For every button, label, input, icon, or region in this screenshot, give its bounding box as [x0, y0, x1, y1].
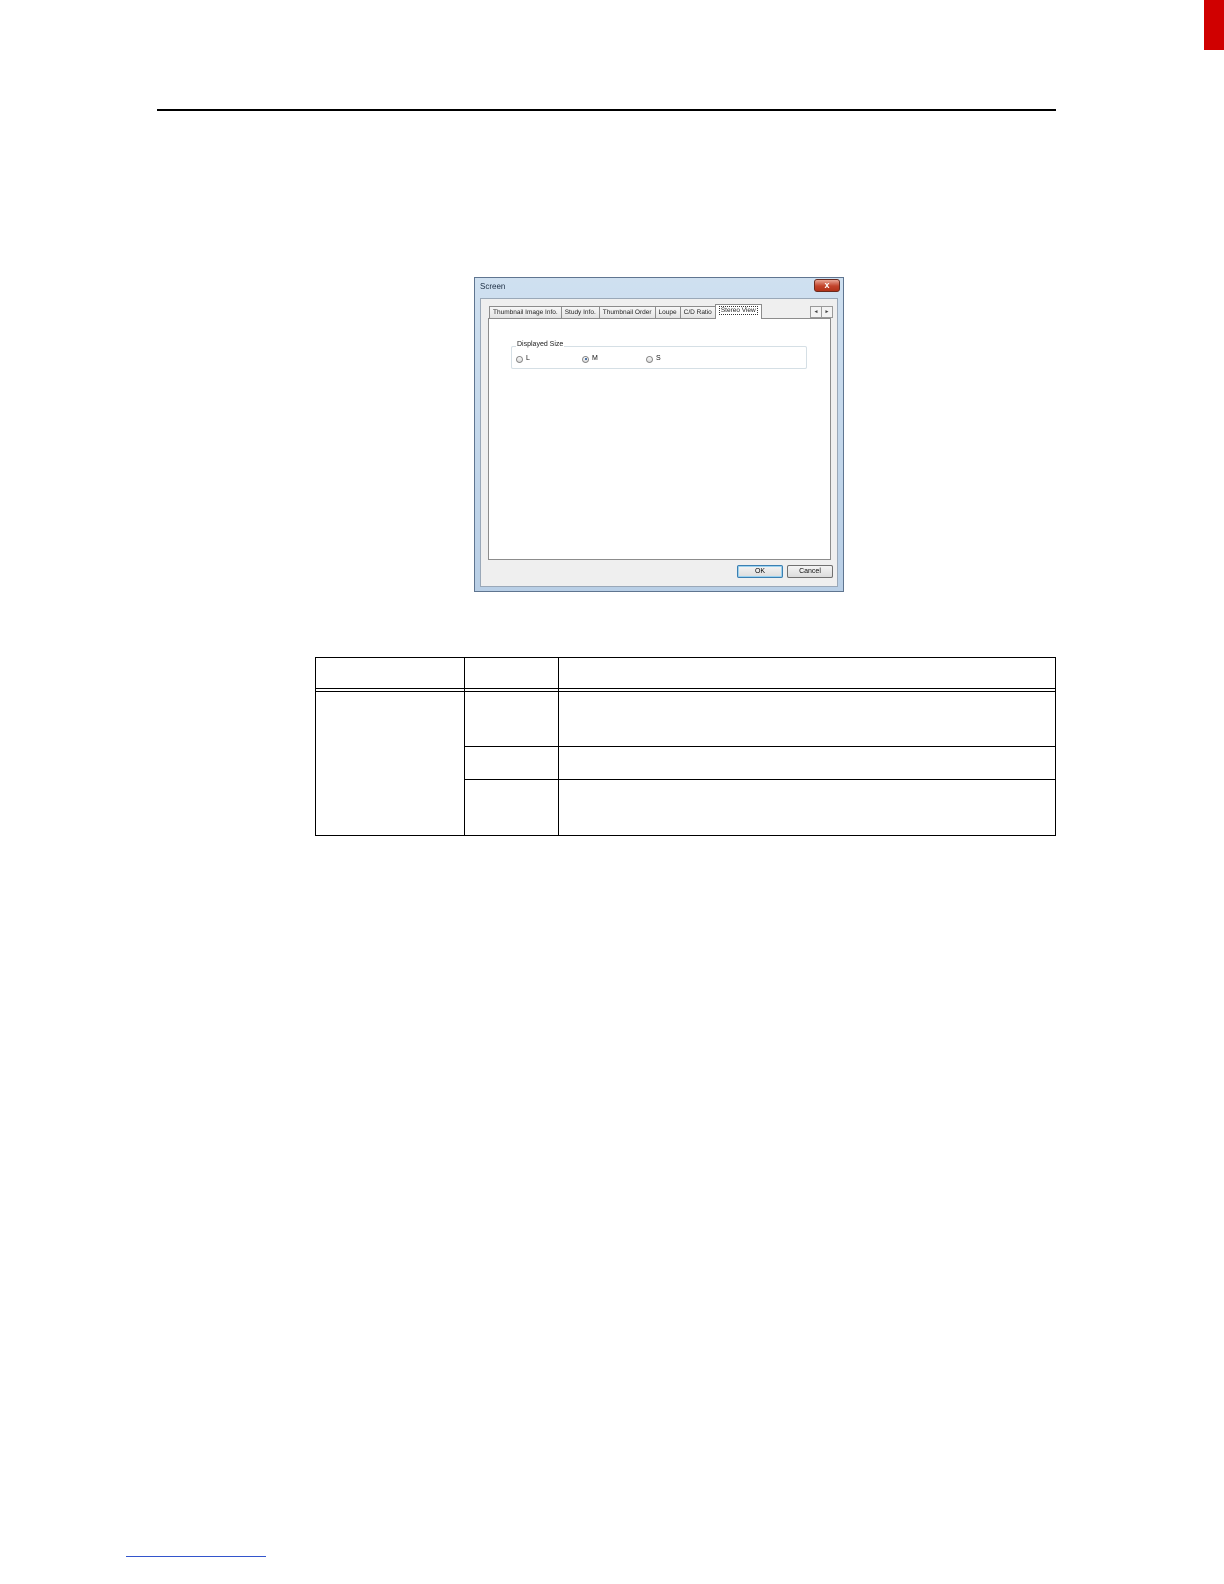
dialog-titlebar[interactable]: Screen x [475, 278, 843, 298]
tab-bar: Thumbnail Image Info. Study Info. Thumbn… [489, 304, 762, 319]
dialog-title: Screen [480, 282, 506, 291]
table-border-bottom [315, 835, 1056, 836]
table-border-left [315, 657, 316, 836]
radio-circle-icon [516, 355, 523, 363]
radio-label: S [656, 355, 661, 362]
settings-table [315, 657, 1056, 836]
radio-label: M [592, 355, 598, 362]
tab-label: Stereo View [718, 306, 758, 315]
radio-size-s[interactable]: S [646, 355, 661, 363]
table-row-divider [464, 746, 1056, 747]
tab-stereo-view[interactable]: Stereo View [714, 304, 762, 319]
screen-dialog: Screen x Thumbnail Image Info. Study Inf… [474, 277, 844, 592]
radio-size-m[interactable]: M [582, 355, 598, 363]
radio-selected-icon [582, 355, 589, 363]
tab-label: Thumbnail Order [602, 309, 652, 316]
radio-label: L [526, 355, 530, 362]
displayed-size-group: Displayed Size L M S [511, 341, 807, 369]
page-side-tab [1204, 0, 1224, 50]
table-header-rule [315, 688, 1056, 689]
close-icon: x [824, 280, 830, 290]
scroll-right-icon[interactable]: ► [821, 306, 833, 318]
tab-label: Study Info. [564, 309, 596, 316]
group-legend: Displayed Size [516, 341, 565, 348]
footer-rule [126, 1556, 266, 1557]
table-row-divider [464, 779, 1056, 780]
tab-label: C/D Ratio [683, 309, 712, 316]
table-border-right [1055, 657, 1056, 836]
close-button[interactable]: x [814, 279, 840, 292]
table-column-divider [558, 657, 559, 836]
stereo-view-panel: Displayed Size L M S [488, 318, 831, 560]
header-rule [157, 109, 1056, 111]
tab-label: Thumbnail Image Info. [493, 309, 558, 316]
table-border-top [315, 657, 1056, 658]
radio-size-l[interactable]: L [516, 355, 530, 363]
dialog-client: Thumbnail Image Info. Study Info. Thumbn… [480, 298, 838, 587]
tab-label: Loupe [658, 309, 677, 316]
ok-button[interactable]: OK [737, 565, 783, 578]
table-header-rule [315, 691, 1056, 692]
radio-circle-icon [646, 355, 653, 363]
cancel-button[interactable]: Cancel [787, 565, 833, 578]
tab-scroll-buttons: ◄ ► [810, 306, 833, 318]
table-column-divider [464, 657, 465, 836]
